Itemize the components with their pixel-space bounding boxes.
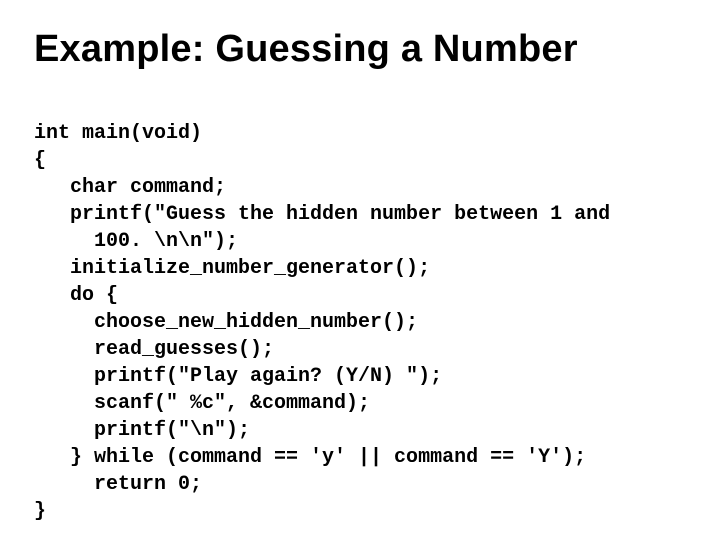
code-line: } while (command == 'y' || command == 'Y… <box>34 446 586 469</box>
code-line: scanf(" %c", &command); <box>34 392 370 415</box>
slide: Example: Guessing a Number int main(void… <box>0 0 720 540</box>
code-line: printf("Play again? (Y/N) "); <box>34 365 442 388</box>
code-line: char command; <box>34 176 226 199</box>
code-line: } <box>34 500 46 523</box>
code-line: choose_new_hidden_number(); <box>34 311 418 334</box>
code-line: return 0; <box>34 473 202 496</box>
code-line: do { <box>34 284 118 307</box>
code-line: 100. \n\n"); <box>34 230 238 253</box>
code-line: read_guesses(); <box>34 338 274 361</box>
code-line: initialize_number_generator(); <box>34 257 430 280</box>
slide-title: Example: Guessing a Number <box>34 28 686 71</box>
code-block: int main(void) { char command; printf("G… <box>34 93 686 552</box>
code-line: printf("Guess the hidden number between … <box>34 203 610 226</box>
code-line: { <box>34 149 46 172</box>
code-line: int main(void) <box>34 122 202 145</box>
code-line: printf("\n"); <box>34 419 250 442</box>
